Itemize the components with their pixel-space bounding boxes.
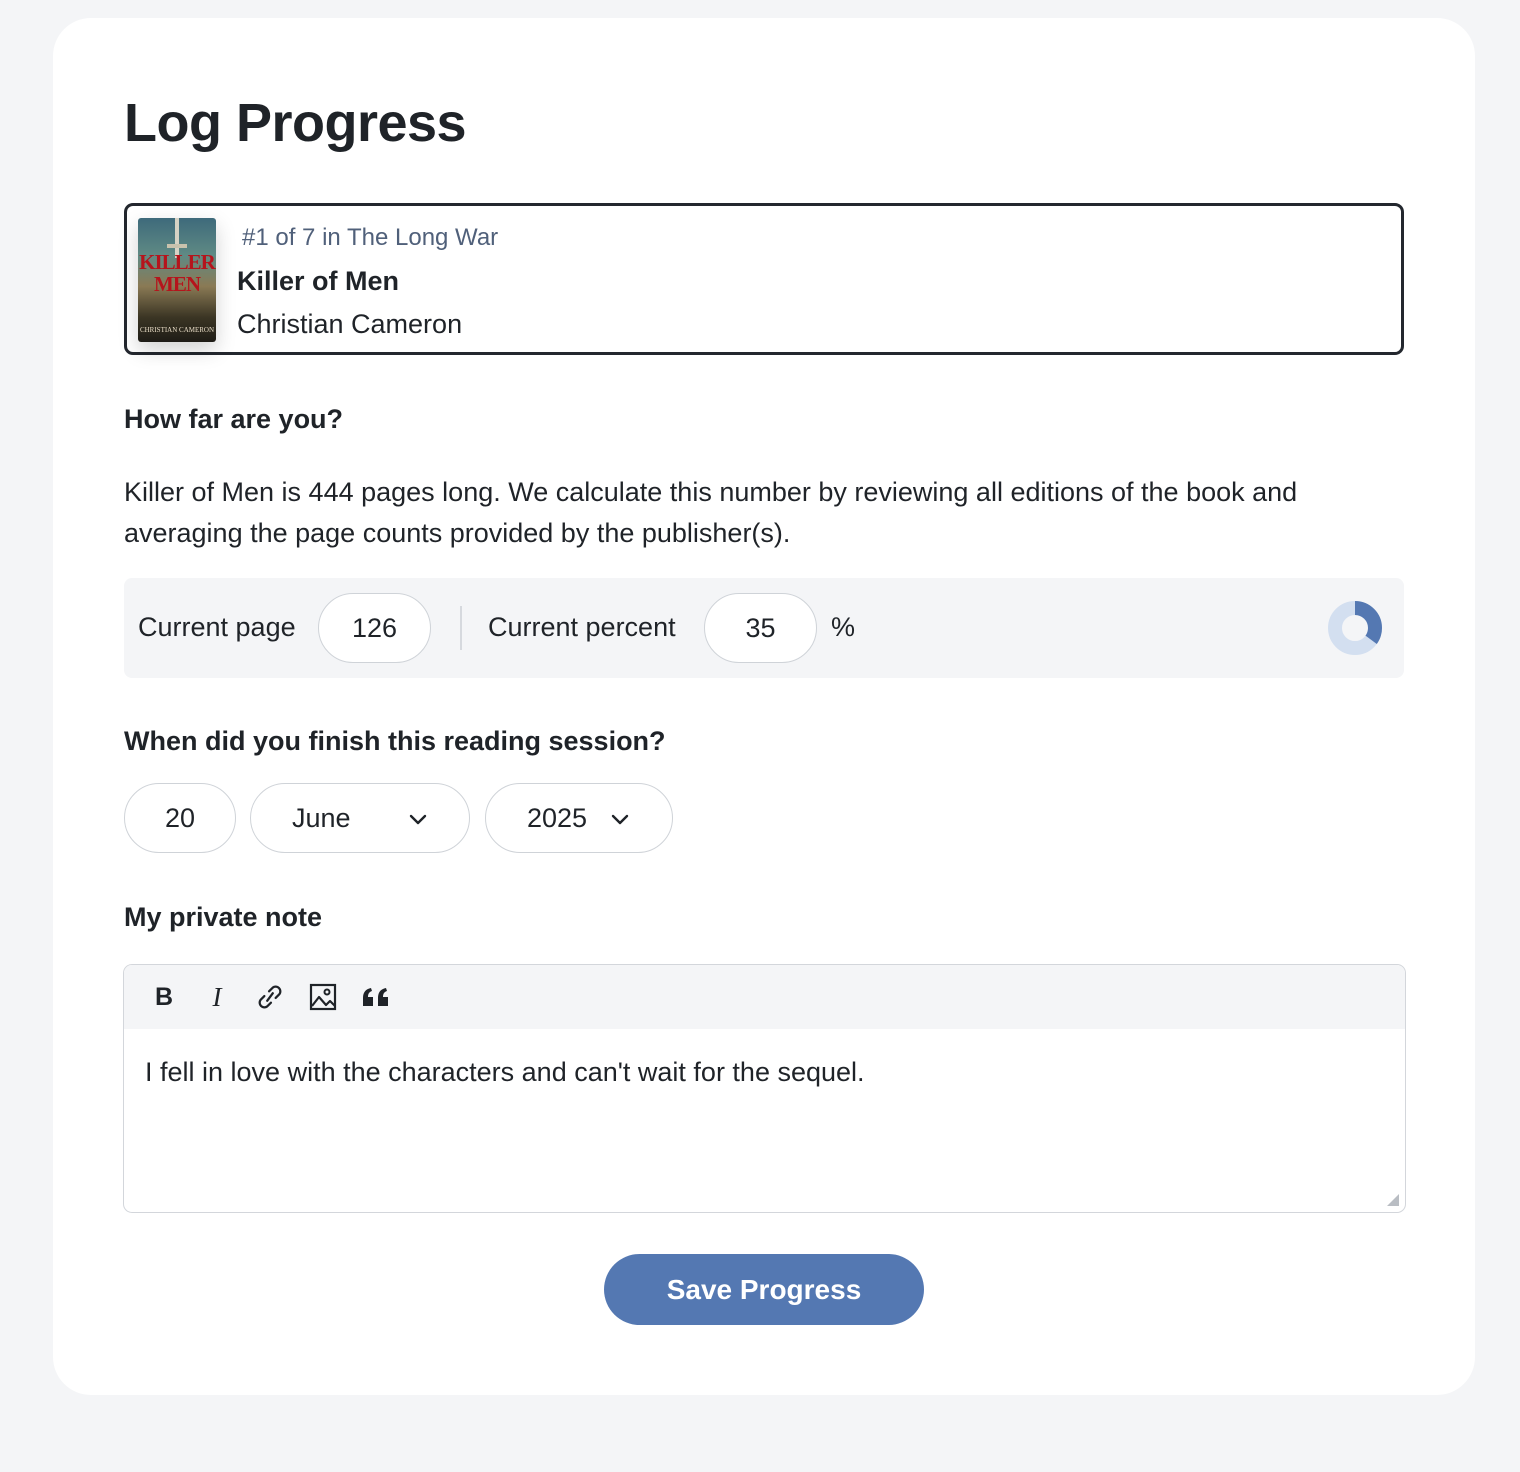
progress-heading: How far are you? — [124, 404, 344, 434]
day-input[interactable]: 20 — [124, 783, 236, 853]
link-button[interactable] — [254, 981, 286, 1013]
italic-button[interactable]: I — [201, 981, 233, 1013]
note-editor[interactable]: B I I fell in love with the characters a… — [123, 964, 1406, 1213]
current-percent-input[interactable]: 35 — [704, 593, 817, 663]
current-percent-label: Current percent — [488, 612, 676, 642]
editor-toolbar: B I — [124, 965, 1405, 1029]
divider — [460, 606, 462, 650]
month-select-value: June — [292, 803, 351, 833]
save-progress-button[interactable]: Save Progress — [604, 1254, 924, 1325]
quote-icon — [363, 988, 388, 1006]
note-text[interactable]: I fell in love with the characters and c… — [145, 1057, 865, 1088]
book-cover: KILLER MEN CHRISTIAN CAMERON — [138, 218, 216, 342]
chevron-down-icon — [409, 814, 427, 825]
image-button[interactable] — [307, 981, 339, 1013]
current-page-input[interactable]: 126 — [318, 593, 431, 663]
page-title: Log Progress — [124, 93, 467, 153]
bold-button[interactable]: B — [148, 981, 180, 1013]
session-heading: When did you finish this reading session… — [124, 726, 666, 756]
year-select-value: 2025 — [527, 803, 588, 833]
year-select[interactable]: 2025 — [485, 783, 673, 853]
book-summary: KILLER MEN CHRISTIAN CAMERON #1 of 7 in … — [124, 203, 1404, 355]
book-title: Killer of Men — [237, 266, 400, 296]
quote-button[interactable] — [360, 981, 392, 1013]
chevron-down-icon — [611, 814, 629, 825]
progress-inputs-row: Current page 126 Current percent 35 % — [124, 578, 1404, 678]
book-author: Christian Cameron — [237, 309, 463, 339]
cover-hilt-art — [167, 244, 187, 248]
month-select[interactable]: June — [250, 783, 470, 853]
progress-donut-icon — [1328, 601, 1382, 655]
resize-handle-icon[interactable] — [1387, 1194, 1399, 1206]
cover-author: CHRISTIAN CAMERON — [139, 326, 215, 334]
cover-title-line2: MEN — [154, 272, 201, 296]
current-page-label: Current page — [138, 612, 296, 642]
progress-description: Killer of Men is 444 pages long. We calc… — [124, 477, 1298, 548]
percent-sign: % — [831, 612, 856, 642]
note-heading: My private note — [124, 902, 323, 932]
link-icon — [258, 985, 282, 1009]
image-icon — [309, 983, 337, 1011]
book-series: #1 of 7 in The Long War — [242, 224, 499, 251]
